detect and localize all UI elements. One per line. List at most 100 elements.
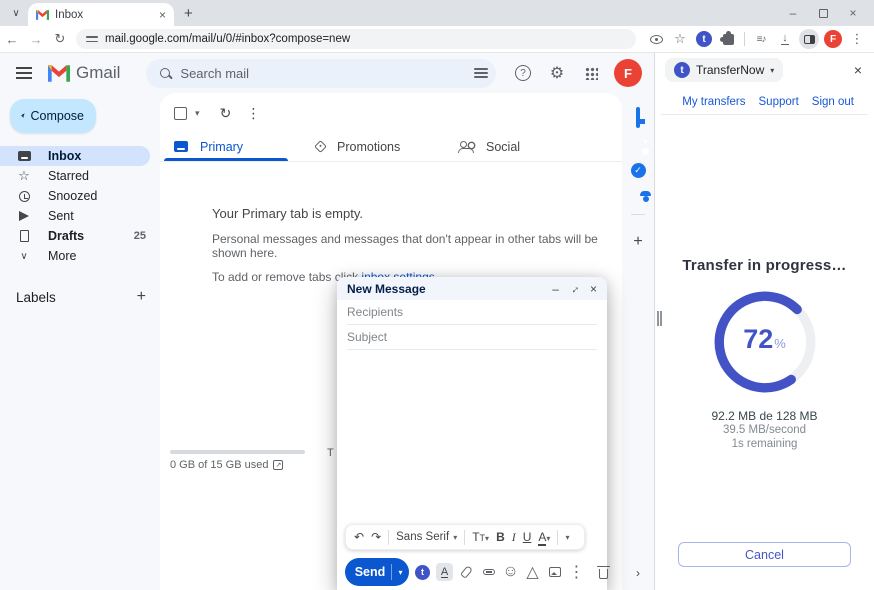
discard-draft-icon[interactable] [595, 566, 612, 579]
browser-profile-avatar[interactable]: F [822, 30, 844, 48]
refresh-icon[interactable]: ↻ [216, 105, 236, 122]
formatting-options-toggle[interactable]: A [436, 563, 453, 581]
browser-tab[interactable]: Inbox × [28, 3, 174, 26]
compose-header[interactable]: New Message – ↔ × [337, 277, 607, 300]
transfernow-attach-icon[interactable]: t [414, 565, 431, 580]
bold-button[interactable]: B [496, 530, 505, 544]
panel-close-icon[interactable]: × [854, 62, 862, 78]
underline-button[interactable]: U [523, 530, 532, 544]
transfer-speed: 39.5 MB/second [655, 424, 874, 437]
cancel-button[interactable]: Cancel [678, 542, 851, 567]
window-close-button[interactable]: × [838, 2, 868, 24]
tab-search-icon[interactable]: ∨ [6, 3, 26, 23]
send-button[interactable]: Send ▾ [345, 558, 409, 586]
address-bar[interactable]: mail.google.com/mail/u/0/#inbox?compose=… [76, 29, 636, 49]
media-playlist-icon[interactable]: ≡♪ [750, 34, 772, 45]
sidebar-item-drafts[interactable]: Drafts 25 [0, 226, 160, 246]
help-icon[interactable]: ? [510, 65, 536, 81]
compose-button[interactable]: Compose [10, 99, 96, 133]
tab-social[interactable]: Social [444, 132, 586, 161]
google-apps-icon[interactable] [578, 67, 604, 80]
horizontal-scrollbar[interactable] [170, 450, 305, 454]
bookmark-star-icon[interactable]: ☆ [669, 31, 691, 47]
extensions-puzzle-icon[interactable] [717, 34, 739, 45]
compose-window: New Message – ↔ × Recipients Subject ↶ ↷… [337, 277, 607, 590]
italic-button[interactable]: I [512, 530, 516, 545]
draft-icon [16, 230, 32, 242]
app-selector[interactable]: t TransferNow ▾ [665, 58, 783, 82]
transfernow-panel: t TransferNow ▾ × My transfers Support S… [654, 53, 874, 590]
redo-icon[interactable]: ↷ [371, 530, 381, 544]
text-color-button[interactable]: A▾ [538, 530, 550, 544]
font-size-button[interactable]: TT▾ [472, 530, 489, 544]
tab-primary[interactable]: Primary [160, 132, 302, 161]
sidebar-item-sent[interactable]: Sent [0, 206, 160, 226]
forward-button[interactable]: → [24, 32, 48, 47]
settings-gear-icon[interactable]: ⚙ [544, 63, 570, 83]
back-button[interactable]: ← [0, 32, 24, 47]
window-minimize-button[interactable]: – [778, 2, 808, 24]
sidebar-item-snoozed[interactable]: Snoozed [0, 186, 160, 206]
compose-more-icon[interactable]: ⋮ [568, 562, 585, 582]
search-icon[interactable] [160, 68, 170, 78]
browser-menu-icon[interactable]: ⋮ [846, 31, 868, 47]
sidebar-nav: Inbox ☆ Starred Snoozed Sent [0, 146, 160, 266]
send-options-caret[interactable]: ▾ [392, 568, 409, 577]
font-select[interactable]: Sans Serif▾ [396, 531, 457, 543]
toolbar-divider [744, 32, 745, 46]
side-panel-toggle-icon[interactable] [798, 29, 820, 49]
send-icon [16, 211, 32, 221]
sign-out-link[interactable]: Sign out [812, 96, 854, 108]
window-maximize-button[interactable] [808, 2, 838, 24]
refresh-button[interactable]: ↻ [48, 31, 72, 47]
tag-icon [314, 140, 327, 153]
sidebar-item-more[interactable]: ∨ More [0, 246, 160, 266]
labels-header: Labels + [0, 288, 160, 306]
downloads-icon[interactable]: ↓ [774, 33, 796, 45]
progress-percent: 72 % [713, 290, 817, 394]
tab-close-icon[interactable]: × [159, 8, 166, 22]
compose-close-icon[interactable]: × [590, 282, 597, 296]
sidebar-item-inbox[interactable]: Inbox [0, 146, 150, 166]
search-bar[interactable]: Search mail [146, 59, 496, 88]
subject-field[interactable]: Subject [347, 325, 597, 350]
strip-divider [631, 214, 645, 215]
sidebar-item-starred[interactable]: ☆ Starred [0, 166, 160, 186]
transfernow-extension-icon[interactable]: t [693, 31, 715, 47]
my-transfers-link[interactable]: My transfers [682, 96, 745, 108]
screen: ∨ Inbox × + – × ← → ↻ mail.google.com/ma… [0, 0, 874, 590]
recipients-field[interactable]: Recipients [347, 300, 597, 325]
tab-promotions[interactable]: Promotions [302, 132, 444, 161]
get-addons-button[interactable]: + [633, 233, 642, 251]
url-text[interactable]: mail.google.com/mail/u/0/#inbox?compose=… [105, 33, 626, 45]
insert-emoji-icon[interactable]: ☺ [502, 563, 519, 581]
new-tab-button[interactable]: + [184, 5, 193, 22]
reading-mode-icon[interactable] [645, 35, 667, 44]
gmail-account-avatar[interactable]: F [614, 59, 642, 87]
main-menu-icon[interactable] [16, 67, 32, 79]
search-filter-icon[interactable] [474, 67, 488, 79]
select-caret-icon[interactable]: ▾ [195, 108, 200, 119]
list-more-icon[interactable]: ⋮ [244, 105, 264, 122]
calendar-icon[interactable] [636, 109, 640, 127]
insert-link-icon[interactable] [480, 569, 497, 575]
search-input[interactable]: Search mail [180, 66, 464, 81]
attach-file-icon[interactable] [458, 566, 475, 578]
transfer-stats: 92.2 MB de 128 MB 39.5 MB/second 1s rema… [655, 410, 874, 451]
open-in-new-icon[interactable]: ↗ [273, 460, 283, 470]
support-link[interactable]: Support [759, 96, 799, 108]
message-body[interactable] [337, 350, 607, 590]
more-formatting-icon[interactable]: ▾ [565, 533, 569, 542]
panel-resize-handle[interactable] [657, 311, 662, 326]
select-all-checkbox[interactable] [174, 107, 187, 120]
site-settings-icon[interactable] [86, 34, 98, 44]
insert-drive-icon[interactable]: △ [524, 562, 541, 582]
hide-side-panel-icon[interactable]: › [636, 566, 640, 580]
chevron-down-icon: ∨ [16, 251, 32, 262]
compose-popout-icon[interactable]: ↔ [569, 283, 580, 295]
compose-minimize-icon[interactable]: – [552, 282, 559, 296]
insert-photo-icon[interactable] [546, 567, 563, 577]
tasks-icon[interactable]: ✓ [631, 163, 646, 178]
undo-icon[interactable]: ↶ [354, 530, 364, 544]
create-label-button[interactable]: + [137, 288, 146, 306]
